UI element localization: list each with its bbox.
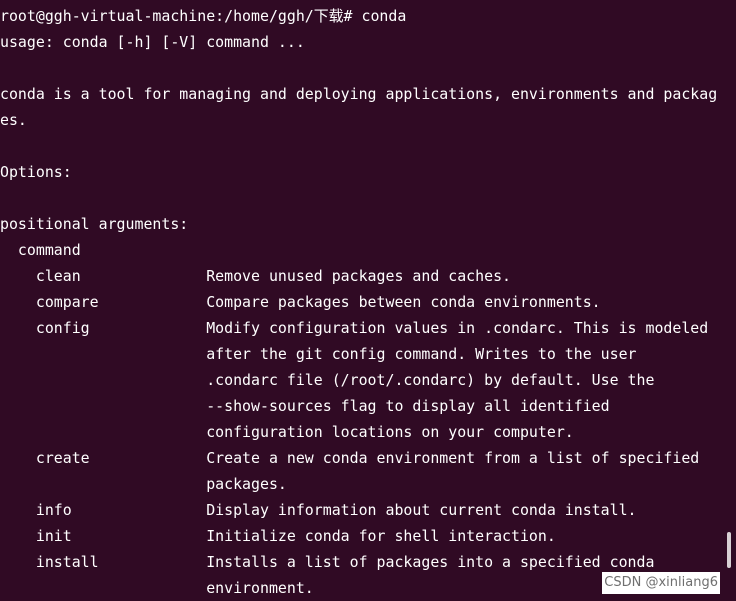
csdn-watermark: CSDN @xinliang6	[602, 572, 720, 594]
terminal-line-description-wrap: es.	[0, 111, 27, 129]
terminal-line-config-wrap: --show-sources flag to display all ident…	[0, 397, 610, 415]
terminal-line-description: conda is a tool for managing and deployi…	[0, 85, 718, 103]
terminal-line-info: info Display information about current c…	[0, 501, 637, 519]
terminal-scrollbar[interactable]	[727, 532, 731, 568]
terminal-line-install-wrap: environment.	[0, 579, 314, 597]
terminal-line-options: Options:	[0, 163, 72, 181]
terminal-line-compare: compare Compare packages between conda e…	[0, 293, 601, 311]
terminal-line-clean: clean Remove unused packages and caches.	[0, 267, 512, 285]
terminal-line-config-wrap: configuration locations on your computer…	[0, 423, 574, 441]
terminal-line-positional: positional arguments:	[0, 215, 189, 233]
terminal-line-config-wrap: after the git config command. Writes to …	[0, 345, 637, 363]
terminal-line-config: config Modify configuration values in .c…	[0, 319, 709, 337]
terminal-window[interactable]: root@ggh-virtual-machine:/home/ggh/下载# c…	[0, 0, 736, 601]
terminal-line-create-wrap: packages.	[0, 475, 287, 493]
terminal-line-prompt: root@ggh-virtual-machine:/home/ggh/下载# c…	[0, 7, 407, 25]
terminal-line-init: init Initialize conda for shell interact…	[0, 527, 556, 545]
terminal-line-create: create Create a new conda environment fr…	[0, 449, 700, 467]
terminal-line-command: command	[0, 241, 81, 259]
terminal-line-config-wrap: .condarc file (/root/.condarc) by defaul…	[0, 371, 655, 389]
terminal-line-install: install Installs a list of packages into…	[0, 553, 655, 571]
terminal-line-usage: usage: conda [-h] [-V] command ...	[0, 33, 305, 51]
